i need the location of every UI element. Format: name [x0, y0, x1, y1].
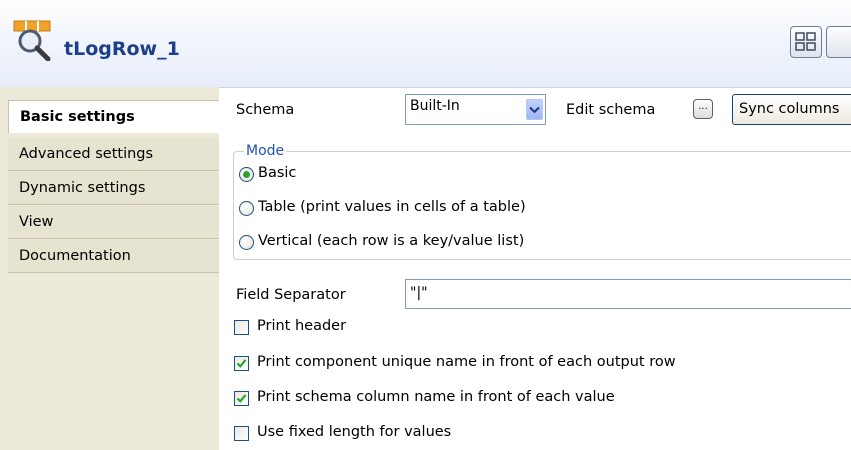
radio-basic-label: Basic	[258, 165, 297, 181]
layout-view-button[interactable]	[790, 26, 822, 58]
fixed-length-checkbox[interactable]	[234, 426, 249, 441]
print-column-name-checkbox[interactable]	[234, 391, 249, 406]
tab-label: Advanced settings	[19, 146, 154, 162]
tab-advanced-settings[interactable]: Advanced settings	[8, 138, 219, 171]
print-header-checkbox[interactable]	[234, 320, 249, 335]
component-title: tLogRow_1	[64, 38, 180, 60]
radio-vertical-label: Vertical (each row is a key/value list)	[258, 233, 525, 249]
radio-vertical[interactable]	[239, 235, 254, 250]
edit-schema-button[interactable]: ...	[693, 99, 713, 119]
print-column-name-label: Print schema column name in front of eac…	[257, 389, 615, 405]
settings-sidebar: Basic settings Advanced settings Dynamic…	[0, 87, 219, 450]
chevron-down-icon[interactable]	[526, 99, 543, 120]
checkmark-icon	[236, 359, 247, 368]
log-row-component-icon	[13, 20, 51, 61]
edit-schema-label: Edit schema	[566, 102, 656, 118]
schema-select-value: Built-In	[410, 98, 460, 114]
field-separator-label: Field Separator	[236, 287, 346, 303]
radio-basic[interactable]	[239, 167, 254, 182]
field-separator-input[interactable]: "|"	[405, 279, 851, 309]
print-header-label: Print header	[257, 318, 347, 334]
radio-table[interactable]	[239, 201, 254, 216]
tab-label: Dynamic settings	[19, 180, 146, 196]
sync-columns-button[interactable]: Sync columns	[732, 94, 851, 125]
component-header: tLogRow_1	[0, 0, 851, 88]
tab-view[interactable]: View	[8, 206, 219, 239]
mode-legend: Mode	[244, 143, 287, 159]
tab-dynamic-settings[interactable]: Dynamic settings	[8, 172, 219, 205]
alternate-view-button[interactable]	[826, 26, 851, 58]
tab-documentation[interactable]: Documentation	[8, 240, 219, 273]
tab-label: Documentation	[19, 248, 131, 264]
tab-label: Basic settings	[20, 109, 135, 125]
print-component-name-checkbox[interactable]	[234, 356, 249, 371]
tab-label: View	[19, 214, 54, 230]
fixed-length-label: Use fixed length for values	[257, 424, 452, 440]
radio-table-label: Table (print values in cells of a table)	[258, 199, 526, 215]
schema-select[interactable]: Built-In	[405, 94, 546, 125]
tab-basic-settings[interactable]: Basic settings	[8, 100, 219, 133]
schema-label: Schema	[236, 102, 295, 118]
grid-layout-icon	[795, 32, 816, 51]
print-component-name-label: Print component unique name in front of …	[257, 354, 676, 370]
checkmark-icon	[236, 394, 247, 403]
